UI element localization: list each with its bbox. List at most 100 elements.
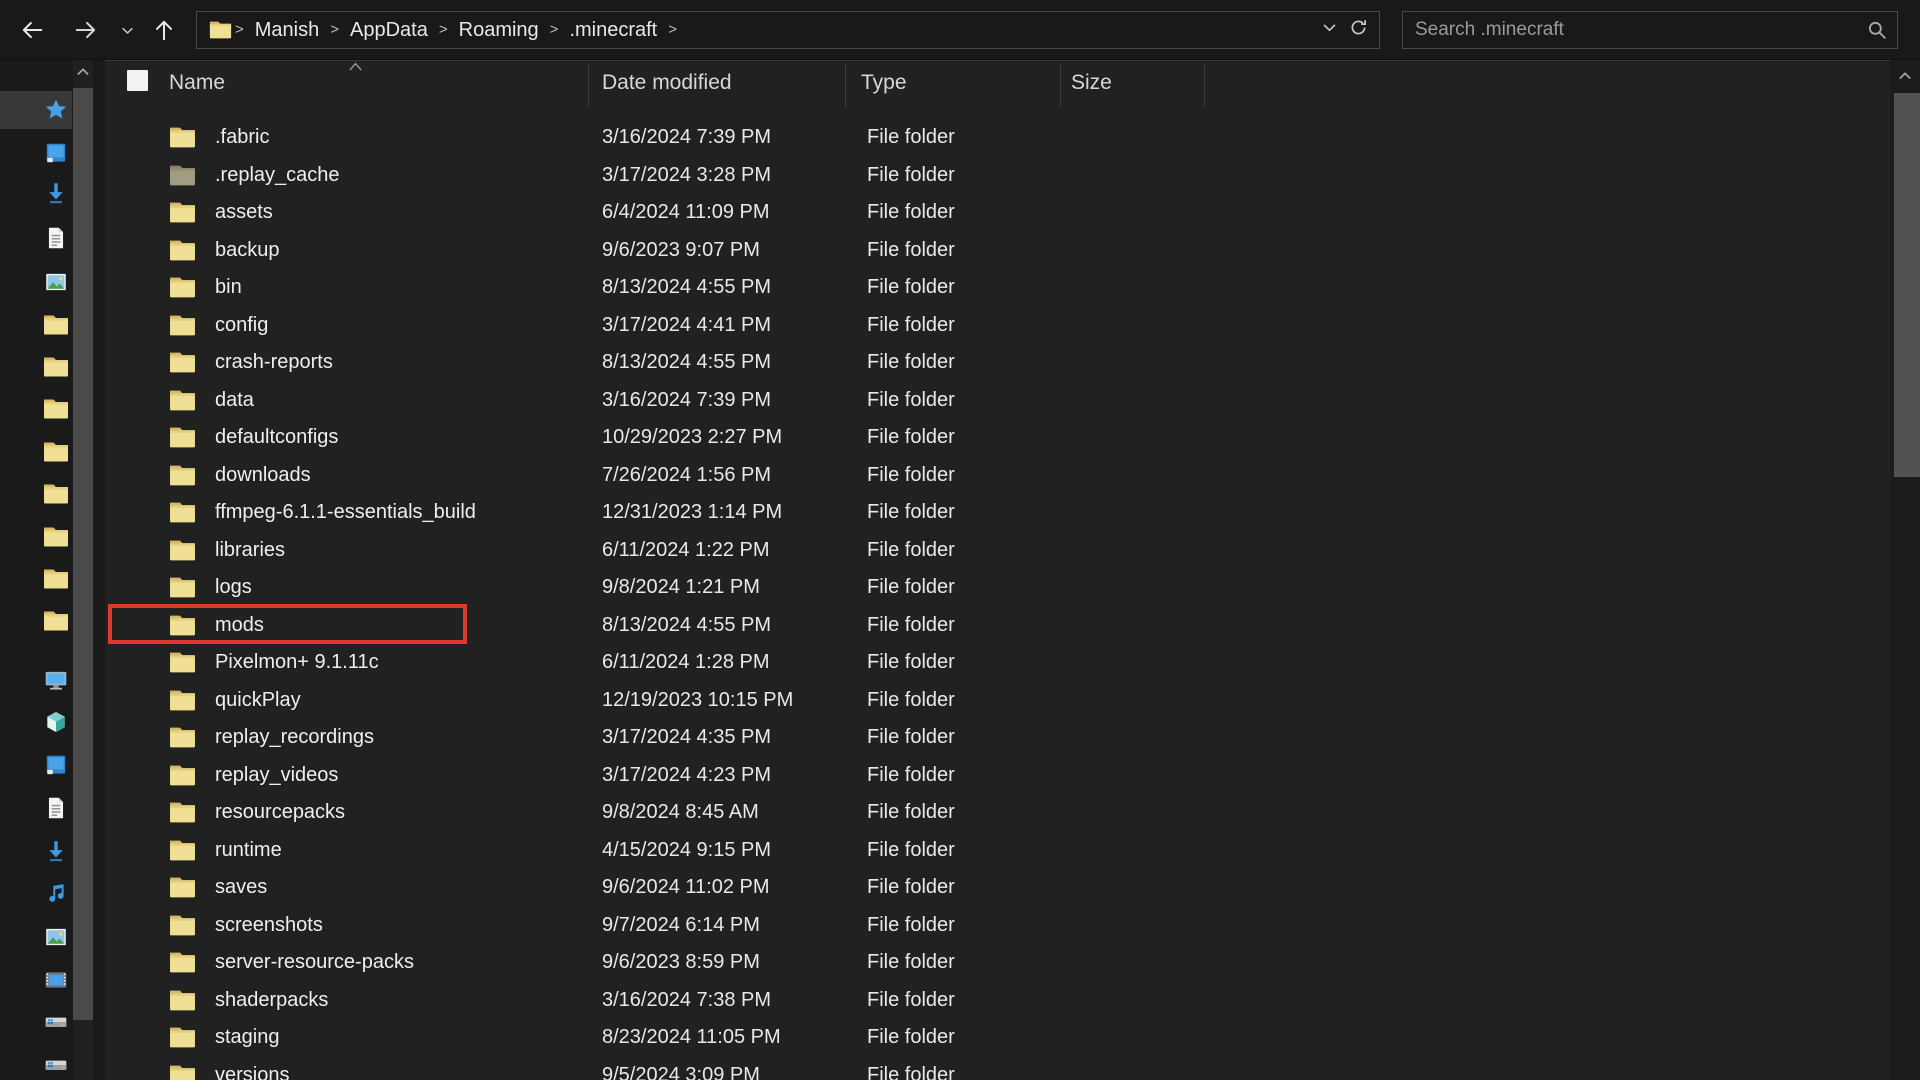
3d-objects-icon bbox=[43, 709, 69, 735]
sidebar-item-pinned-folder[interactable] bbox=[0, 602, 72, 640]
date-modified: 6/11/2024 1:22 PM bbox=[602, 538, 770, 561]
sidebar-item-local-disk[interactable] bbox=[0, 1046, 72, 1080]
table-row[interactable]: shaderpacks 3/16/2024 7:38 PM File folde… bbox=[105, 982, 1890, 1020]
sidebar-item-documents[interactable] bbox=[0, 219, 72, 257]
refresh-button[interactable] bbox=[1348, 17, 1369, 43]
folder-icon bbox=[169, 1026, 196, 1049]
folder-icon bbox=[169, 951, 196, 974]
folder-icon bbox=[169, 876, 196, 899]
sidebar-item-3d-objects[interactable] bbox=[0, 703, 72, 741]
table-row[interactable]: downloads 7/26/2024 1:56 PM File folder bbox=[105, 457, 1890, 495]
sidebar-item-downloads[interactable] bbox=[0, 174, 72, 212]
sidebar-item-videos[interactable] bbox=[0, 961, 72, 999]
sidebar-item-music[interactable] bbox=[0, 875, 72, 913]
address-dropdown-button[interactable] bbox=[1321, 19, 1338, 41]
table-row[interactable]: saves 9/6/2024 11:02 PM File folder bbox=[105, 869, 1890, 907]
table-row[interactable]: resourcepacks 9/8/2024 8:45 AM File fold… bbox=[105, 794, 1890, 832]
chevron-up-icon[interactable] bbox=[1896, 68, 1914, 84]
sidebar-item-pictures[interactable] bbox=[0, 918, 72, 956]
breadcrumb-item-user[interactable]: Manish bbox=[245, 19, 329, 42]
arrow-left-icon bbox=[22, 21, 43, 39]
sidebar-item-quick-access[interactable] bbox=[0, 91, 72, 129]
sidebar-item-pinned-folder[interactable] bbox=[0, 390, 72, 428]
date-modified: 9/6/2024 11:02 PM bbox=[602, 876, 770, 898]
forward-button[interactable] bbox=[70, 15, 102, 45]
sidebar-item-pinned-folder[interactable] bbox=[0, 518, 72, 556]
file-name: ffmpeg-6.1.1-essentials_build bbox=[215, 501, 476, 523]
table-row[interactable]: crash-reports 8/13/2024 4:55 PM File fol… bbox=[105, 344, 1890, 382]
search-input[interactable] bbox=[1403, 12, 1897, 48]
back-button[interactable] bbox=[16, 15, 48, 45]
table-row[interactable]: .replay_cache 3/17/2024 3:28 PM File fol… bbox=[105, 157, 1890, 195]
recent-locations-button[interactable] bbox=[114, 15, 140, 45]
date-modified: 3/16/2024 7:38 PM bbox=[602, 988, 772, 1011]
table-row[interactable]: quickPlay 12/19/2023 10:15 PM File folde… bbox=[105, 682, 1890, 720]
table-row[interactable]: logs 9/8/2024 1:21 PM File folder bbox=[105, 569, 1890, 607]
file-type: File folder bbox=[867, 726, 955, 748]
file-type: File folder bbox=[867, 1026, 955, 1048]
table-row[interactable]: backup 9/6/2023 9:07 PM File folder bbox=[105, 232, 1890, 270]
pinned-folder-icon bbox=[43, 439, 69, 465]
sidebar-item-pinned-folder[interactable] bbox=[0, 475, 72, 513]
breadcrumb-separator-icon: > bbox=[438, 20, 448, 38]
file-name: assets bbox=[215, 201, 273, 223]
date-modified: 10/29/2023 2:27 PM bbox=[602, 426, 783, 448]
table-row[interactable]: replay_recordings 3/17/2024 4:35 PM File… bbox=[105, 719, 1890, 757]
sidebar-item-downloads[interactable] bbox=[0, 832, 72, 870]
sidebar-item-desktop[interactable] bbox=[0, 134, 72, 172]
pinned-folder-icon bbox=[43, 608, 69, 634]
table-row[interactable]: versions 9/5/2024 3:09 PM File folder bbox=[105, 1057, 1890, 1080]
sidebar-item-desktop[interactable] bbox=[0, 746, 72, 784]
date-modified: 4/15/2024 9:15 PM bbox=[602, 838, 772, 861]
table-row[interactable]: libraries 6/11/2024 1:22 PM File folder bbox=[105, 532, 1890, 570]
table-row[interactable]: screenshots 9/7/2024 6:14 PM File folder bbox=[105, 907, 1890, 945]
table-row[interactable]: mods 8/13/2024 4:55 PM File folder bbox=[105, 603, 1890, 645]
folder-icon bbox=[169, 351, 196, 374]
file-type: File folder bbox=[867, 763, 955, 786]
sidebar-scrollbar-thumb[interactable] bbox=[73, 88, 93, 1020]
pinned-folder-icon bbox=[43, 396, 69, 422]
address-bar[interactable]: > Manish > AppData > Roaming > .minecraf… bbox=[196, 11, 1380, 49]
table-row[interactable]: staging 8/23/2024 11:05 PM File folder bbox=[105, 1019, 1890, 1057]
date-modified: 3/17/2024 4:41 PM bbox=[602, 313, 772, 336]
file-name: downloads bbox=[215, 463, 311, 486]
breadcrumb-separator-icon: > bbox=[330, 20, 340, 38]
breadcrumb-item-roaming[interactable]: Roaming bbox=[449, 19, 549, 42]
sidebar-item-this-pc[interactable] bbox=[0, 661, 72, 699]
breadcrumb-item-appdata[interactable]: AppData bbox=[340, 19, 438, 42]
desktop-icon bbox=[43, 752, 69, 778]
table-row[interactable]: replay_videos 3/17/2024 4:23 PM File fol… bbox=[105, 757, 1890, 795]
folder-icon bbox=[169, 501, 196, 524]
sidebar-item-documents[interactable] bbox=[0, 789, 72, 827]
magnifier-icon[interactable] bbox=[1866, 19, 1888, 41]
sidebar-item-pinned-folder[interactable] bbox=[0, 306, 72, 344]
table-row[interactable]: server-resource-packs 9/6/2023 8:59 PM F… bbox=[105, 944, 1890, 982]
table-row[interactable]: data 3/16/2024 7:39 PM File folder bbox=[105, 382, 1890, 420]
table-row[interactable]: defaultconfigs 10/29/2023 2:27 PM File f… bbox=[105, 419, 1890, 457]
table-row[interactable]: bin 8/13/2024 4:55 PM File folder bbox=[105, 269, 1890, 307]
table-row[interactable]: runtime 4/15/2024 9:15 PM File folder bbox=[105, 832, 1890, 870]
sidebar-scrollbar[interactable] bbox=[73, 60, 93, 1080]
file-name: config bbox=[215, 313, 269, 336]
file-type: File folder bbox=[867, 501, 955, 523]
file-list-scrollbar[interactable] bbox=[1890, 60, 1920, 1080]
table-row[interactable]: ffmpeg-6.1.1-essentials_build 12/31/2023… bbox=[105, 494, 1890, 532]
file-type: File folder bbox=[867, 538, 955, 561]
table-row[interactable]: .fabric 3/16/2024 7:39 PM File folder bbox=[105, 119, 1890, 157]
file-name: replay_videos bbox=[215, 763, 339, 786]
sidebar-item-pinned-folder[interactable] bbox=[0, 433, 72, 471]
sidebar-item-local-disk[interactable] bbox=[0, 1003, 72, 1041]
table-row[interactable]: assets 6/4/2024 11:09 PM File folder bbox=[105, 194, 1890, 232]
sidebar-item-pinned-folder[interactable] bbox=[0, 348, 72, 386]
sidebar-item-pictures[interactable] bbox=[0, 263, 72, 301]
up-button[interactable] bbox=[148, 15, 180, 45]
scrollbar-thumb[interactable] bbox=[1894, 93, 1920, 477]
chevron-up-icon[interactable] bbox=[75, 64, 91, 80]
pinned-folder-icon bbox=[43, 312, 69, 338]
table-row[interactable]: config 3/17/2024 4:41 PM File folder bbox=[105, 307, 1890, 345]
breadcrumb-item-minecraft[interactable]: .minecraft bbox=[559, 19, 667, 42]
table-row[interactable]: Pixelmon+ 9.1.11c 6/11/2024 1:28 PM File… bbox=[105, 644, 1890, 682]
sidebar-item-pinned-folder[interactable] bbox=[0, 560, 72, 598]
folder-icon bbox=[169, 239, 196, 262]
downloads-icon bbox=[43, 838, 69, 864]
